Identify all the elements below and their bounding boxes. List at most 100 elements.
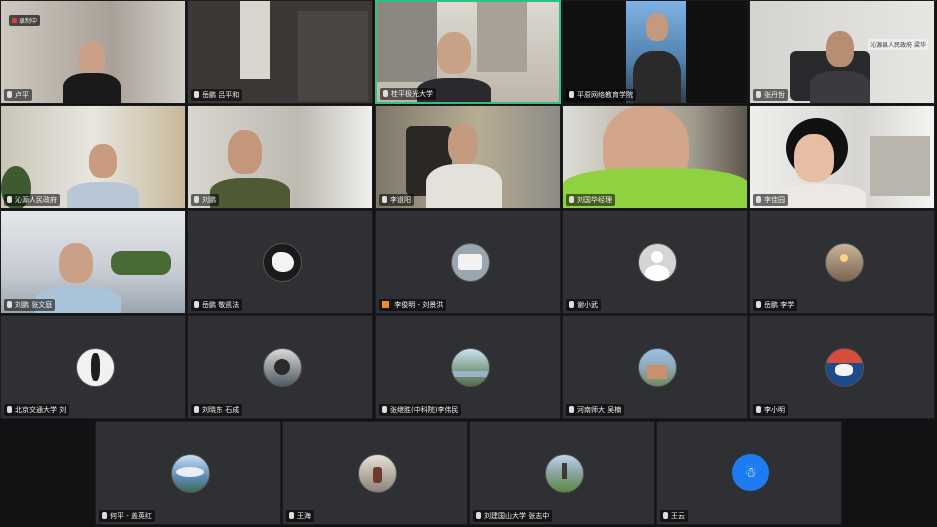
participant-name: 谢小武 — [566, 299, 601, 311]
participant-name: 李小明 — [753, 404, 788, 416]
avatar: ☃ — [732, 454, 769, 491]
name-text: 卢平 — [15, 91, 29, 99]
name-text: 谢小武 — [577, 301, 598, 309]
badge-icon — [382, 301, 389, 308]
name-text: 刘国华经理 — [577, 196, 612, 204]
participant-tile-15[interactable]: 岳鹏 李学 — [749, 210, 935, 314]
mic-icon — [569, 91, 574, 98]
participant-face — [448, 124, 478, 164]
participant-tile-16[interactable]: 北京交通大学 刘 — [0, 315, 186, 419]
name-text: 沁源人民政府 — [15, 196, 57, 204]
video-tile-7[interactable]: 刘鹏 — [187, 105, 373, 209]
name-text: 刘建国山大学 张志中 — [484, 512, 550, 520]
participant-name: 河南师大 吴楠 — [566, 404, 625, 416]
person-icon — [373, 467, 382, 483]
participant-body — [633, 51, 681, 103]
video-tile-11[interactable]: 刘鹏 张文庭 — [0, 210, 186, 314]
avatar — [451, 348, 490, 387]
participant-tile-21[interactable]: 何平 - 盖英红 — [95, 421, 281, 525]
participant-tile-13[interactable]: 李俊明 - 刘景洪 — [375, 210, 561, 314]
user-head-icon — [651, 251, 663, 263]
banner-icon — [826, 349, 863, 363]
name-text: 王海 — [297, 512, 311, 520]
participant-name: 北京交通大学 刘 — [4, 404, 70, 416]
participant-face — [646, 13, 668, 41]
mic-icon — [756, 301, 761, 308]
name-text: 岳鹏 敬凯法 — [202, 301, 240, 309]
participant-tile-22[interactable]: 王海 — [282, 421, 468, 525]
cat-icon — [272, 252, 294, 272]
video-tile-2[interactable]: 岳鹏 吕平和 — [187, 0, 373, 104]
participant-name: 张继胜(中科院)李伟民 — [379, 404, 462, 416]
participant-tile-20[interactable]: 李小明 — [749, 315, 935, 419]
participant-tile-24[interactable]: ☃ 王云 — [656, 421, 842, 525]
name-text: 张丹哲 — [764, 91, 785, 99]
user-body-icon — [645, 265, 669, 281]
participant-tile-12[interactable]: 岳鹏 敬凯法 — [187, 210, 373, 314]
participant-name: 王云 — [660, 510, 688, 522]
mic-icon — [383, 90, 388, 97]
avatar — [171, 454, 210, 493]
window — [240, 1, 270, 79]
name-text: 刘鹏 — [202, 196, 216, 204]
video-tile-8[interactable]: 李道阳 — [375, 105, 561, 209]
name-text: 岳鹏 吕平和 — [202, 91, 240, 99]
name-text: 张继胜(中科院)李伟民 — [390, 406, 459, 414]
video-tile-10[interactable]: 李佳园 — [749, 105, 935, 209]
mic-icon — [569, 301, 574, 308]
name-text: 河南师大 吴楠 — [577, 406, 622, 414]
mic-icon — [382, 196, 387, 203]
mic-icon — [194, 301, 199, 308]
bookshelf — [477, 2, 527, 72]
video-tile-9[interactable]: 刘国华经理 — [562, 105, 748, 209]
mic-icon — [382, 406, 387, 413]
avatar — [263, 348, 302, 387]
recording-label: 录制中 — [19, 18, 38, 25]
participant-face — [794, 134, 834, 182]
mic-icon — [7, 406, 12, 413]
participant-name: 刘晓东 石成 — [191, 404, 243, 416]
video-tile-3[interactable]: 桂平极光大学 — [375, 0, 561, 104]
video-tile-4[interactable]: 平原网络教育学院 — [562, 0, 748, 104]
avatar — [451, 243, 490, 282]
participant-name: 卢平 — [4, 89, 32, 101]
mic-icon — [7, 91, 12, 98]
participant-name: 刘国华经理 — [566, 194, 615, 206]
participant-tile-19[interactable]: 河南师大 吴楠 — [562, 315, 748, 419]
video-tile-5[interactable]: 沁源县人民政府 梁华 张丹哲 — [749, 0, 935, 104]
video-tile-1[interactable]: 录制中 卢平 — [0, 0, 186, 104]
cloud-icon — [176, 467, 204, 477]
video-tile-6[interactable]: 沁源人民政府 — [0, 105, 186, 209]
participant-tile-14[interactable]: 谢小武 — [562, 210, 748, 314]
avatar — [638, 348, 677, 387]
record-icon — [12, 18, 17, 23]
participant-name: 李俊明 - 刘景洪 — [379, 299, 447, 311]
name-text: 北京交通大学 刘 — [15, 406, 67, 414]
participant-face — [437, 32, 471, 74]
mic-icon — [7, 301, 12, 308]
participant-name: 岳鹏 敬凯法 — [191, 299, 243, 311]
cat-icon — [835, 364, 853, 376]
avatar — [358, 454, 397, 493]
participant-tile-23[interactable]: 刘建国山大学 张志中 — [469, 421, 655, 525]
person-icon — [91, 353, 100, 381]
participant-tile-18[interactable]: 张继胜(中科院)李伟民 — [375, 315, 561, 419]
participant-body — [426, 164, 502, 208]
snowman-icon: ☃ — [744, 464, 757, 481]
name-text: 王云 — [671, 512, 685, 520]
participant-tile-17[interactable]: 刘晓东 石成 — [187, 315, 373, 419]
book-icon — [458, 254, 482, 270]
mic-icon — [102, 512, 107, 519]
mic-icon — [289, 512, 294, 519]
participant-body — [210, 178, 290, 208]
participant-name: 岳鹏 吕平和 — [191, 89, 243, 101]
tree-icon — [562, 463, 567, 479]
name-text: 平原网络教育学院 — [577, 91, 633, 99]
participant-name: 何平 - 盖英红 — [99, 510, 155, 522]
avatar — [825, 243, 864, 282]
camera-icon — [274, 359, 290, 375]
avatar — [76, 348, 115, 387]
mic-icon — [194, 406, 199, 413]
mic-icon — [756, 91, 761, 98]
participant-body — [810, 71, 870, 103]
